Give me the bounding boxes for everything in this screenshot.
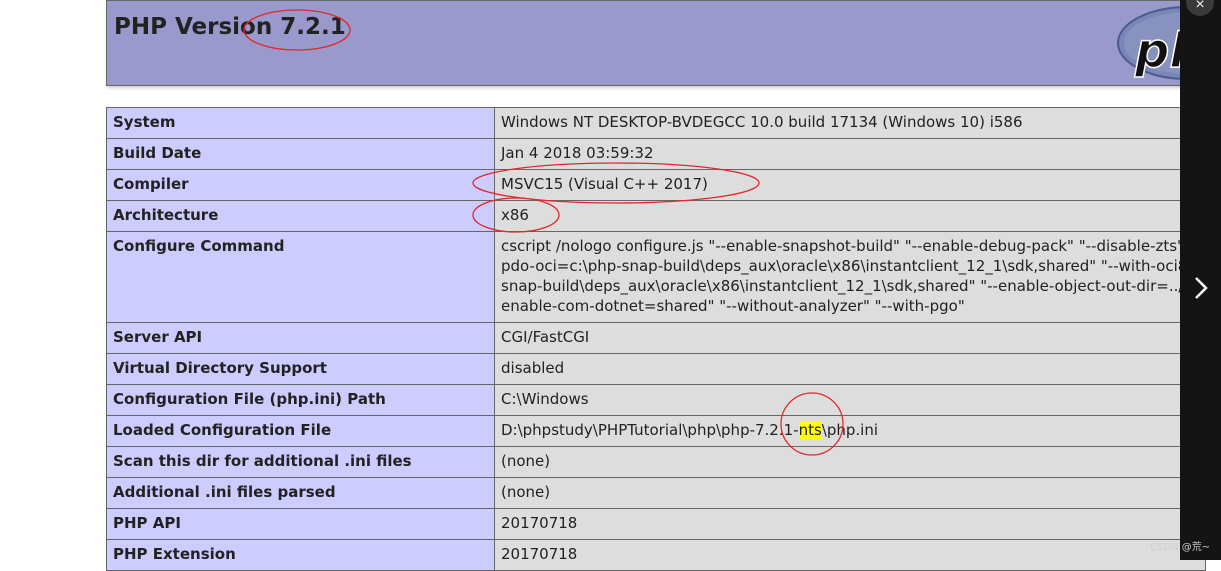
row-value: Windows NT DESKTOP-BVDEGCC 10.0 build 17… xyxy=(494,107,1206,139)
row-value: CGI/FastCGI xyxy=(494,322,1206,354)
table-row: Configuration File (php.ini) Path C:\Win… xyxy=(106,384,1206,416)
row-value: 20170718 xyxy=(494,539,1206,571)
row-value: disabled xyxy=(494,353,1206,385)
row-value: D:\phpstudy\PHPTutorial\php\php-7.2.1-nt… xyxy=(494,415,1206,447)
row-value: x86 xyxy=(494,200,1206,232)
table-row: Additional .ini files parsed (none) xyxy=(106,477,1206,509)
row-value: Jan 4 2018 03:59:32 xyxy=(494,138,1206,170)
php-version: 7.2.1 xyxy=(280,14,346,40)
highlighted-text: nts xyxy=(798,421,822,439)
php-info-header: PHP Version 7.2.1 php xyxy=(106,0,1213,86)
page-title: PHP Version 7.2.1 xyxy=(114,14,346,40)
row-key: Compiler xyxy=(106,169,495,201)
table-row: Loaded Configuration File D:\phpstudy\PH… xyxy=(106,415,1206,447)
row-key: Architecture xyxy=(106,200,495,232)
row-key: Configuration File (php.ini) Path xyxy=(106,384,495,416)
row-key: Build Date xyxy=(106,138,495,170)
table-row: Configure Command cscript /nologo config… xyxy=(106,231,1206,323)
title-prefix: PHP Version xyxy=(114,14,281,40)
configure-line: enable-com-dotnet=shared" "--without-ana… xyxy=(501,297,965,315)
value-prefix: D:\phpstudy\PHPTutorial\php\php-7.2.1- xyxy=(501,421,799,439)
row-value: MSVC15 (Visual C++ 2017) xyxy=(494,169,1206,201)
table-row: PHP Extension 20170718 xyxy=(106,539,1206,571)
row-key: Server API xyxy=(106,322,495,354)
row-value: 20170718 xyxy=(494,508,1206,540)
row-key: PHP Extension xyxy=(106,539,495,571)
value-suffix: \php.ini xyxy=(821,421,878,439)
row-value-multiline: cscript /nologo configure.js "--enable-s… xyxy=(494,231,1206,323)
row-key: Scan this dir for additional .ini files xyxy=(106,446,495,478)
table-row: Architecture x86 xyxy=(106,200,1206,232)
configure-line: cscript /nologo configure.js "--enable-s… xyxy=(501,237,1196,255)
close-glyph: × xyxy=(1195,0,1205,13)
row-key: PHP API xyxy=(106,508,495,540)
configure-line: pdo-oci=c:\php-snap-build\deps_aux\oracl… xyxy=(501,257,1203,275)
table-row: Build Date Jan 4 2018 03:59:32 xyxy=(106,138,1206,170)
row-key: Configure Command xyxy=(106,231,495,323)
row-key: Virtual Directory Support xyxy=(106,353,495,385)
table-row: Compiler MSVC15 (Visual C++ 2017) xyxy=(106,169,1206,201)
configure-line: snap-build\deps_aux\oracle\x86\instantcl… xyxy=(501,277,1206,295)
row-value: (none) xyxy=(494,477,1206,509)
table-row: Server API CGI/FastCGI xyxy=(106,322,1206,354)
row-key: Loaded Configuration File xyxy=(106,415,495,447)
chevron-right-icon[interactable] xyxy=(1190,274,1212,302)
watermark: CSDN @荒~ xyxy=(1150,542,1211,553)
php-info-table: System Windows NT DESKTOP-BVDEGCC 10.0 b… xyxy=(106,107,1206,571)
row-value: (none) xyxy=(494,446,1206,478)
table-row: Scan this dir for additional .ini files … xyxy=(106,446,1206,478)
table-row: PHP API 20170718 xyxy=(106,508,1206,540)
row-value: C:\Windows xyxy=(494,384,1206,416)
table-row: Virtual Directory Support disabled xyxy=(106,353,1206,385)
row-key: Additional .ini files parsed xyxy=(106,477,495,509)
table-row: System Windows NT DESKTOP-BVDEGCC 10.0 b… xyxy=(106,107,1206,139)
row-key: System xyxy=(106,107,495,139)
